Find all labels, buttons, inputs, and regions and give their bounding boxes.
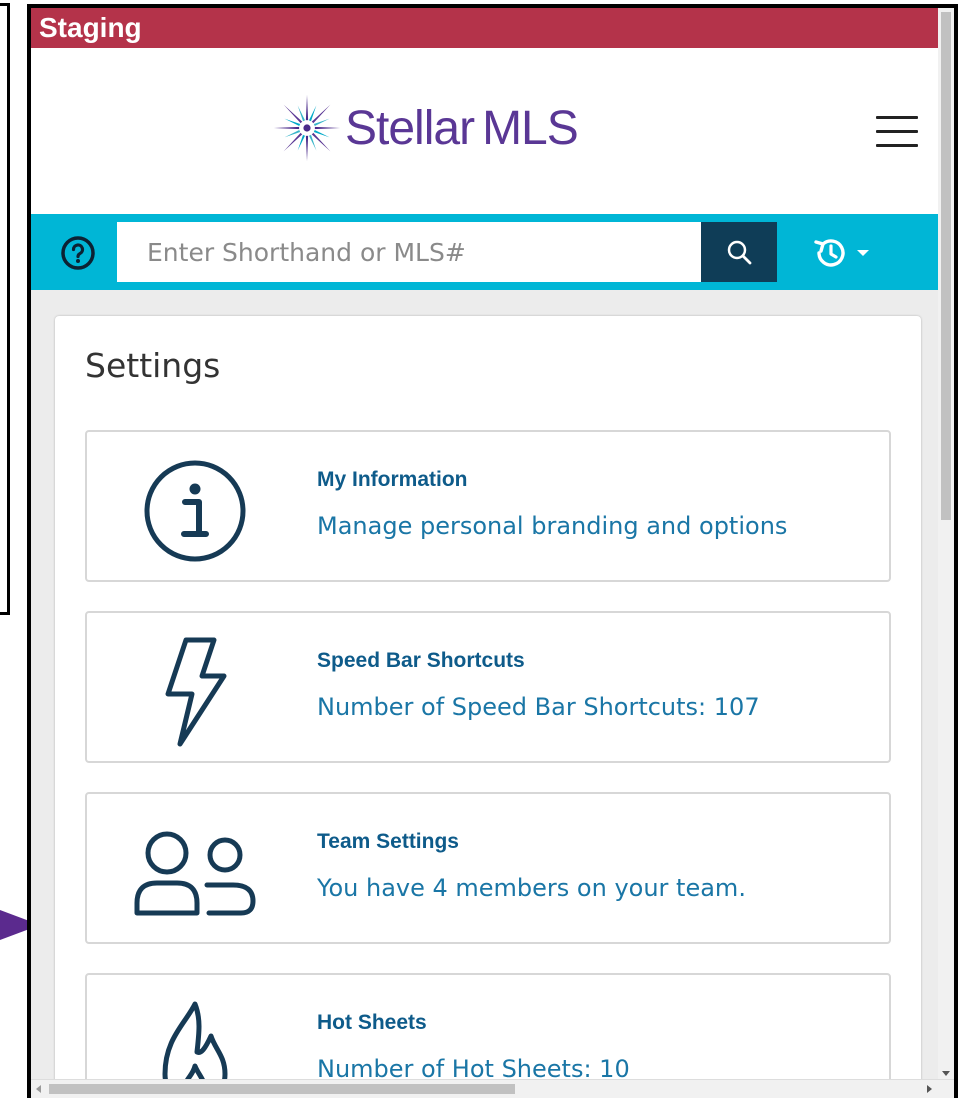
card-description: Manage personal branding and options bbox=[317, 512, 788, 540]
starburst-logo-icon bbox=[273, 94, 341, 162]
scroll-right-icon[interactable] bbox=[927, 1085, 932, 1093]
annotation-frame bbox=[0, 3, 10, 615]
stellar-mls-logo[interactable]: Stellar MLS bbox=[271, 92, 579, 164]
browser-window: Staging Stellar MLS Enter Shorthand or M… bbox=[27, 4, 958, 1098]
search-icon bbox=[727, 240, 752, 265]
caret-down-icon bbox=[857, 250, 869, 256]
card-speed-bar-shortcuts[interactable]: Speed Bar Shortcuts Number of Speed Bar … bbox=[85, 611, 891, 763]
horizontal-scrollbar[interactable] bbox=[31, 1079, 954, 1098]
environment-banner: Staging bbox=[31, 8, 938, 48]
card-title: My Information bbox=[317, 468, 468, 491]
card-description: Number of Speed Bar Shortcuts: 107 bbox=[317, 693, 760, 721]
logo-text: Stellar MLS bbox=[345, 101, 579, 155]
horizontal-scrollbar-thumb[interactable] bbox=[49, 1084, 515, 1094]
shorthand-search-input[interactable] bbox=[117, 222, 701, 282]
main-content: Settings My Information Manage personal … bbox=[31, 290, 938, 1098]
speed-bar bbox=[31, 214, 938, 290]
scroll-left-icon[interactable] bbox=[36, 1085, 41, 1093]
card-title: Team Settings bbox=[317, 830, 459, 853]
card-team-settings[interactable]: Team Settings You have 4 members on your… bbox=[85, 792, 891, 944]
vertical-scrollbar[interactable] bbox=[938, 8, 954, 1080]
settings-panel: Settings My Information Manage personal … bbox=[55, 316, 921, 1098]
card-title: Speed Bar Shortcuts bbox=[317, 649, 525, 672]
scroll-down-icon[interactable] bbox=[942, 1071, 950, 1076]
card-description: You have 4 members on your team. bbox=[317, 874, 746, 902]
hamburger-menu-icon[interactable] bbox=[876, 116, 918, 148]
site-header: Stellar MLS bbox=[31, 48, 938, 214]
card-title: Hot Sheets bbox=[317, 1011, 427, 1034]
history-dropdown-button[interactable] bbox=[811, 234, 881, 272]
history-icon bbox=[814, 239, 845, 267]
info-circle-icon bbox=[125, 456, 265, 566]
lightning-bolt-icon bbox=[125, 637, 265, 747]
card-my-information[interactable]: My Information Manage personal branding … bbox=[85, 430, 891, 582]
page-title: Settings bbox=[85, 346, 221, 385]
help-icon[interactable] bbox=[61, 236, 95, 270]
vertical-scrollbar-thumb[interactable] bbox=[941, 12, 951, 520]
search-button[interactable] bbox=[701, 222, 777, 282]
team-users-icon bbox=[125, 818, 265, 928]
